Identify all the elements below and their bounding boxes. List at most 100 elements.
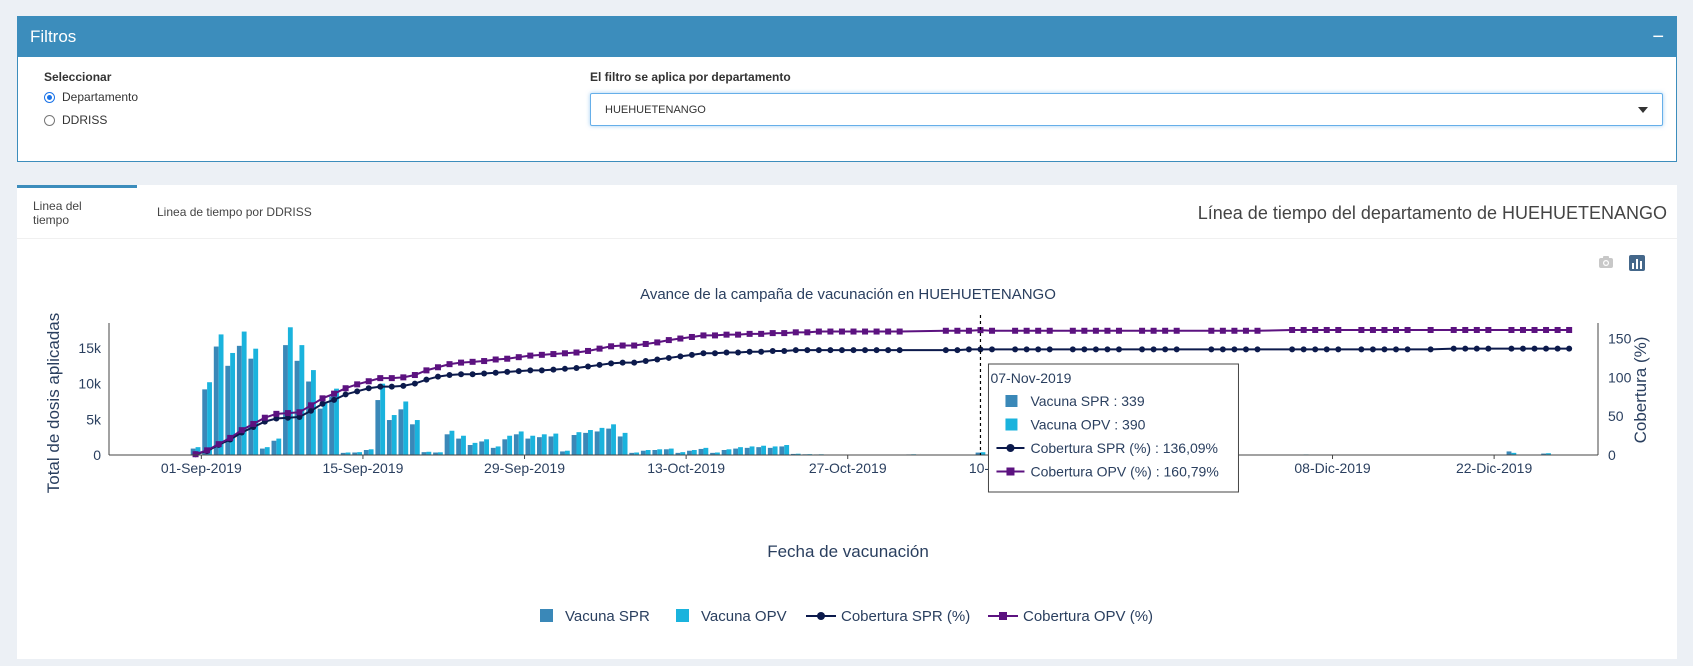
bar-vacuna-opv: [380, 383, 386, 455]
tooltip-line: Vacuna SPR : 339: [1030, 393, 1144, 409]
point-cobertura-spr: [1081, 346, 1088, 353]
bar-vacuna-opv: [611, 424, 616, 455]
point-cobertura-opv: [573, 349, 580, 356]
seleccionar-label: Seleccionar: [44, 70, 112, 84]
point-cobertura-opv: [504, 355, 511, 362]
point-cobertura-spr: [769, 347, 776, 354]
chevron-down-icon[interactable]: [1638, 106, 1648, 113]
point-cobertura-spr: [711, 350, 718, 357]
point-cobertura-opv: [758, 330, 765, 337]
bar-vacuna-opv: [472, 442, 478, 455]
tooltip-marker: [1005, 395, 1018, 407]
point-cobertura-opv: [885, 328, 892, 335]
radio-departamento[interactable]: Departamento: [44, 90, 138, 104]
y-axis-title: Total de dosis aplicadas: [44, 313, 63, 494]
bar-vacuna-spr: [236, 345, 242, 455]
bar-vacuna-spr: [744, 447, 750, 455]
point-cobertura-opv: [1369, 326, 1376, 333]
bar-vacuna-opv: [530, 435, 536, 455]
departamento-select[interactable]: HUEHUETENANGO: [590, 93, 1663, 126]
bar-vacuna-spr: [375, 400, 381, 455]
point-cobertura-opv: [1208, 327, 1215, 334]
point-cobertura-spr: [619, 359, 626, 366]
y-tick-label: 0: [93, 447, 101, 463]
point-cobertura-opv: [192, 451, 199, 458]
bar-vacuna-opv: [564, 450, 570, 455]
point-cobertura-spr: [827, 347, 834, 354]
point-cobertura-opv: [585, 347, 592, 354]
point-cobertura-spr: [954, 347, 961, 354]
point-cobertura-opv: [654, 339, 661, 346]
point-cobertura-opv: [711, 332, 718, 339]
point-cobertura-opv: [804, 329, 811, 336]
point-cobertura-spr: [665, 354, 672, 361]
point-cobertura-opv: [850, 328, 857, 335]
bar-vacuna-opv: [276, 438, 282, 455]
point-cobertura-spr: [481, 370, 488, 377]
point-cobertura-spr: [1519, 345, 1526, 352]
point-cobertura-spr: [1023, 346, 1030, 353]
point-cobertura-opv: [1519, 326, 1526, 333]
point-cobertura-opv: [596, 345, 603, 352]
bar-vacuna-spr: [202, 389, 208, 455]
y2-tick-label: 50: [1608, 408, 1624, 424]
point-cobertura-spr: [1312, 346, 1319, 353]
radio-button[interactable]: [44, 114, 55, 126]
bar-vacuna-opv: [449, 430, 455, 455]
bar-vacuna-spr: [652, 450, 658, 455]
point-cobertura-opv: [319, 395, 326, 402]
filtros-header[interactable]: Filtros −: [18, 17, 1676, 57]
point-cobertura-opv: [446, 361, 453, 368]
point-cobertura-opv: [631, 342, 638, 349]
bar-vacuna-spr: [779, 446, 785, 455]
bar-vacuna-opv: [507, 435, 513, 455]
bar-vacuna-spr: [560, 451, 565, 455]
point-cobertura-spr: [585, 363, 592, 370]
point-cobertura-spr: [654, 356, 661, 363]
point-cobertura-opv: [1012, 327, 1019, 334]
bar-vacuna-opv: [691, 450, 697, 455]
point-cobertura-spr: [862, 347, 869, 354]
point-cobertura-opv: [1485, 326, 1492, 333]
point-cobertura-opv: [862, 328, 869, 335]
point-cobertura-opv: [1300, 326, 1307, 333]
point-cobertura-opv: [492, 356, 499, 363]
bar-vacuna-opv: [218, 334, 224, 455]
point-cobertura-opv: [527, 352, 534, 359]
bar-vacuna-spr: [698, 448, 704, 455]
point-cobertura-opv: [377, 375, 384, 382]
point-cobertura-opv: [723, 331, 730, 338]
bar-vacuna-opv: [299, 345, 305, 455]
point-cobertura-spr: [458, 371, 465, 378]
bar-vacuna-opv: [761, 445, 767, 455]
point-cobertura-spr: [804, 347, 811, 354]
radio-button-selected[interactable]: [44, 91, 55, 103]
bar-vacuna-opv: [322, 402, 328, 455]
bar-vacuna-opv: [772, 446, 778, 455]
bar-vacuna-opv: [518, 431, 524, 455]
point-cobertura-spr: [642, 358, 649, 365]
point-cobertura-spr: [1485, 345, 1492, 352]
point-cobertura-spr: [1012, 346, 1019, 353]
x-tick-label: 27-Oct-2019: [809, 460, 887, 476]
bar-vacuna-spr: [513, 434, 519, 455]
point-cobertura-spr: [1369, 346, 1376, 353]
point-cobertura-opv: [1046, 327, 1053, 334]
radio-ddriss[interactable]: DDRISS: [44, 113, 107, 127]
point-cobertura-opv: [400, 374, 407, 381]
minus-icon[interactable]: −: [1652, 27, 1664, 47]
point-cobertura-opv: [1462, 326, 1469, 333]
point-cobertura-opv: [434, 364, 441, 371]
bar-vacuna-opv: [588, 430, 593, 455]
point-cobertura-opv: [665, 337, 672, 344]
point-cobertura-opv: [331, 390, 338, 397]
bar-vacuna-spr: [283, 345, 288, 455]
point-cobertura-opv: [688, 333, 695, 340]
point-cobertura-spr: [735, 349, 742, 356]
bar-vacuna-spr: [317, 408, 323, 455]
point-cobertura-opv: [458, 359, 465, 366]
point-cobertura-spr: [550, 366, 557, 373]
bar-vacuna-opv: [599, 427, 605, 455]
point-cobertura-opv: [481, 358, 488, 365]
point-cobertura-opv: [827, 328, 834, 335]
